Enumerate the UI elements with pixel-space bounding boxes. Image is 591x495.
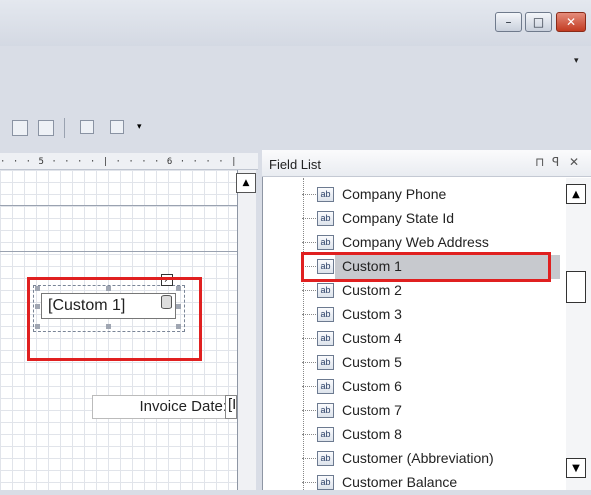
text-field-icon: ab [317,403,334,418]
panel-close-icon[interactable]: ✕ [569,155,579,169]
field-list-item-label: Custom 3 [342,306,402,322]
tree-branch-line [302,386,316,387]
highlight-annotation-box [301,252,551,282]
invoice-date-label[interactable]: Invoice Date: [92,395,232,419]
field-list-item-label: Company Phone [342,186,447,202]
tree-branch-line [302,290,316,291]
center-grid-icon[interactable] [38,120,54,136]
field-list-scroll-thumb[interactable] [566,271,586,303]
text-field-icon: ab [317,211,334,226]
field-list-title: Field List [269,157,322,172]
field-list-item[interactable]: ab Custom 2 [292,279,562,303]
maximize-icon: □ [532,15,545,29]
tree-branch-line [302,218,316,219]
text-field-icon: ab [317,475,334,490]
field-list-item-label: Customer Balance [342,474,458,490]
tree-branch-line [302,314,316,315]
tree-branch-line [302,458,316,459]
band-divider [0,205,237,206]
tree-branch-line [302,482,316,483]
text-field-icon: ab [317,235,334,250]
text-field-icon: ab [317,187,334,202]
pin-icon[interactable]: ꟼ [552,155,559,169]
field-list-item-label: Custom 6 [342,378,402,394]
text-field-icon: ab [317,355,334,370]
maximize-button[interactable]: □ [525,12,552,32]
text-field-icon: ab [317,427,334,442]
window-position-icon[interactable]: ⊓ [535,155,544,169]
field-list-item[interactable]: ab Custom 6 [292,375,562,399]
field-list-item[interactable]: ab Customer (Abbreviation) [292,447,562,471]
highlight-annotation-box [27,277,202,361]
text-field-icon: ab [317,451,334,466]
field-list-item[interactable]: ab Custom 5 [292,351,562,375]
text-field-icon: ab [317,307,334,322]
tree-branch-line [302,194,316,195]
field-list-item-label: Custom 2 [342,282,402,298]
close-icon: ✕ [565,15,577,29]
field-list-item-label: Company State Id [342,210,455,226]
tree-branch-line [302,242,316,243]
field-list-item[interactable]: ab Custom 4 [292,327,562,351]
canvas-scroll-up-button[interactable]: ▲ [236,173,256,193]
field-list-item-label: Custom 7 [342,402,402,418]
field-list-item-label: Custom 8 [342,426,402,442]
field-list-scroll-up-button[interactable]: ▲ [566,184,586,204]
band-divider [0,251,237,252]
ruler-ticks: · · · 5 · · · · | · · · · 6 · · · · | [0,157,238,167]
field-list-item[interactable]: ab Custom 3 [292,303,562,327]
field-list-item-label: Company Web Address [342,234,489,250]
field-list-item[interactable]: ab Customer Balance [292,471,562,495]
minimize-icon: – [505,15,512,29]
close-button[interactable]: ✕ [556,12,586,32]
text-field-icon: ab [317,379,334,394]
tree-branch-line [302,410,316,411]
tree-branch-line [302,362,316,363]
field-list-item[interactable]: ab Company State Id [292,207,562,231]
bring-to-front-icon[interactable] [80,120,94,134]
send-to-back-icon[interactable] [110,120,124,134]
canvas-vertical-scrollbar[interactable] [237,170,256,490]
field-list-scrollbar[interactable] [566,178,591,490]
align-grid-icon[interactable] [12,120,28,136]
tree-branch-line [302,338,316,339]
menu-strip [0,46,591,100]
invoice-date-field[interactable]: [I [225,395,237,419]
tree-branch-line [302,434,316,435]
text-field-icon: ab [317,331,334,346]
field-list-item[interactable]: ab Custom 8 [292,423,562,447]
menu-overflow-arrow-icon[interactable]: ▾ [574,56,579,66]
text-field-icon: ab [317,283,334,298]
field-list-item-label: Custom 5 [342,354,402,370]
field-list-item[interactable]: ab Company Phone [292,183,562,207]
field-list-item-label: Custom 4 [342,330,402,346]
field-list-scroll-down-button[interactable]: ▼ [566,458,586,478]
field-list-item[interactable]: ab Custom 7 [292,399,562,423]
toolbar-dropdown-arrow-icon[interactable]: ▾ [137,122,142,132]
field-list-item-label: Customer (Abbreviation) [342,450,494,466]
toolbar-separator [64,118,65,138]
minimize-button[interactable]: – [495,12,522,32]
